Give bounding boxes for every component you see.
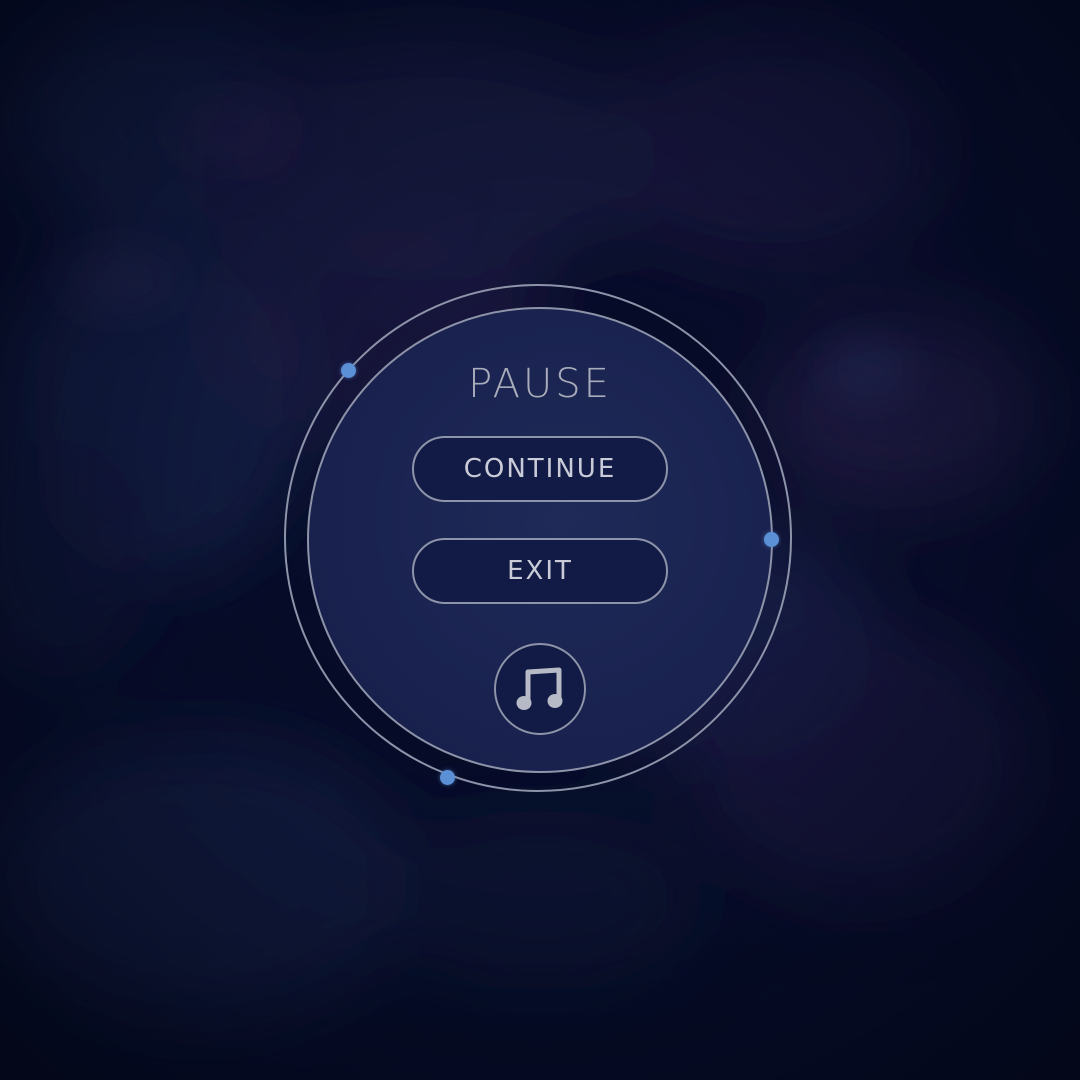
orbit-dot xyxy=(764,532,779,547)
continue-button[interactable]: CONTINUE xyxy=(412,436,668,502)
music-note-icon xyxy=(516,667,563,710)
pause-menu: PAUSE CONTINUE EXIT xyxy=(0,0,1080,1080)
pause-title: PAUSE xyxy=(468,361,612,407)
game-screen: PAUSE CONTINUE EXIT xyxy=(0,0,1080,1080)
music-toggle-button[interactable] xyxy=(494,643,586,735)
orbit-dot xyxy=(440,770,455,785)
exit-button[interactable]: EXIT xyxy=(412,538,668,604)
orbit-dot xyxy=(341,363,356,378)
